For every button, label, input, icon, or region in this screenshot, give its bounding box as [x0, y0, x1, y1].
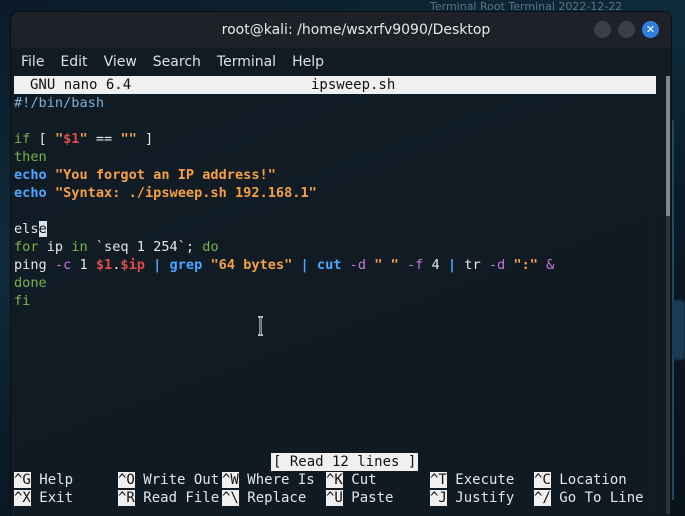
shortcut-justify[interactable]: ^J Justify [430, 489, 514, 507]
nano-status-message: [ Read 12 lines ] [271, 453, 419, 471]
menu-file[interactable]: File [13, 54, 52, 70]
code-line: done [14, 275, 47, 291]
code-line: echo "You forgot an IP address!" [14, 167, 276, 183]
shortcut-key: ^W [222, 472, 239, 488]
code-line: then [14, 149, 47, 165]
shortcut-key: ^U [326, 490, 343, 506]
shortcut-read-file[interactable]: ^R Read File [118, 489, 219, 507]
shortcut-exit[interactable]: ^X Exit [14, 489, 73, 507]
shortcut-label: Exit [30, 490, 74, 506]
menu-view[interactable]: View [96, 54, 145, 70]
shortcut-key: ^K [326, 472, 343, 488]
code-line: #!/bin/bash [14, 95, 105, 111]
nano-title-bar: GNU nano 6.4 ipsweep.sh [14, 76, 656, 94]
nano-shortcut-bar: ^G Help ^O Write Out ^W Where Is ^K Cut ^T E… [14, 471, 659, 507]
code-line: ping -c 1 $1.$ip | grep "64 bytes" | cut… [14, 257, 555, 273]
shortcut-where-is[interactable]: ^W Where Is [222, 471, 315, 489]
shortcut-help[interactable]: ^G Help [14, 471, 73, 489]
menu-search[interactable]: Search [145, 54, 209, 70]
shortcut-go-to-line[interactable]: ^/ Go To Line [534, 489, 644, 507]
code-line: if [ "$1" == "" ] [14, 131, 154, 147]
shortcut-label: Paste [342, 490, 394, 506]
shortcut-key: ^R [118, 490, 135, 506]
titlebar[interactable]: root@kali: /home/wsxrfv9090/Desktop ✕ [11, 12, 671, 48]
scrollbar-thumb[interactable] [666, 76, 670, 216]
shortcut-key: ^/ [534, 490, 551, 506]
shortcut-key: ^T [430, 472, 447, 488]
shortcut-key: ^J [430, 490, 447, 506]
text-cursor: e [38, 221, 47, 237]
shortcut-label: Replace [238, 490, 307, 506]
code-line: echo "Syntax: ./ipsweep.sh 192.168.1" [14, 185, 317, 201]
shortcut-label: Execute [446, 472, 515, 488]
shortcut-cut[interactable]: ^K Cut [326, 471, 377, 489]
shortcut-label: Justify [446, 490, 515, 506]
shortcut-paste[interactable]: ^U Paste [326, 489, 393, 507]
menu-terminal[interactable]: Terminal [209, 54, 284, 70]
shortcut-key: ^O [118, 472, 135, 488]
shortcut-key: ^X [14, 490, 31, 506]
shortcut-key: ^C [534, 472, 551, 488]
scrollbar[interactable] [666, 76, 670, 514]
shortcut-write-out[interactable]: ^O Write Out [118, 471, 219, 489]
maximize-button[interactable] [618, 21, 635, 38]
terminal-window: root@kali: /home/wsxrfv9090/Desktop ✕ Fi… [11, 12, 671, 516]
code-line: fi [14, 293, 31, 309]
shortcut-replace[interactable]: ^\ Replace [222, 489, 306, 507]
shortcut-label: Location [550, 472, 627, 488]
shortcut-key: ^G [14, 472, 31, 488]
code-line: for ip in `seq 1 254`; do [14, 239, 219, 255]
shortcut-label: Cut [342, 472, 377, 488]
nano-version: GNU nano 6.4 [30, 77, 132, 93]
shortcut-location[interactable]: ^C Location [534, 471, 627, 489]
window-title: root@kali: /home/wsxrfv9090/Desktop [221, 22, 491, 38]
shortcut-label: Help [30, 472, 74, 488]
code-line: else [14, 221, 47, 237]
minimize-button[interactable] [594, 21, 611, 38]
menu-help[interactable]: Help [284, 54, 332, 70]
shortcut-key: ^\ [222, 490, 239, 506]
desktop-top-text: Terminal Root Terminal 2022-12-22 [430, 0, 623, 12]
nano-filename: ipsweep.sh [311, 77, 396, 93]
shortcut-label: Read File [134, 490, 220, 506]
shortcut-execute[interactable]: ^T Execute [430, 471, 514, 489]
menu-edit[interactable]: Edit [52, 54, 95, 70]
editor-area[interactable]: #!/bin/bash if [ "$1" == "" ] then echo "Y… [14, 94, 656, 454]
close-icon: ✕ [645, 23, 656, 36]
text-cursor-icon [258, 316, 263, 336]
shortcut-label: Go To Line [550, 490, 644, 506]
menubar: File Edit View Search Terminal Help [11, 50, 671, 74]
shortcut-label: Where Is [238, 472, 315, 488]
close-button[interactable]: ✕ [642, 21, 659, 38]
desktop-decoration [672, 300, 685, 360]
shortcut-label: Write Out [134, 472, 220, 488]
